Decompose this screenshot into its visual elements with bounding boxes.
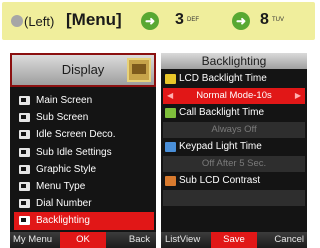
display-menu-list: Main Screen Sub Screen Idle Screen Deco.… xyxy=(14,92,154,230)
setting-label: LCD Backlight Time xyxy=(179,73,267,84)
setting-value: Off After 5 Sec. xyxy=(201,158,267,169)
left-soft-key-label: (Left) xyxy=(24,14,55,29)
screen-icon xyxy=(19,181,30,191)
setting-sub-lcd-contrast: Sub LCD Contrast xyxy=(161,173,307,189)
backlighting-settings-list: LCD Backlight Time ◀ Normal Mode-10s ▶ C… xyxy=(161,71,307,207)
setting-value: Normal Mode-10s xyxy=(196,90,272,101)
backlighting-screen: Backlighting LCD Backlight Time ◀ Normal… xyxy=(161,53,307,248)
cancel-softkey[interactable]: Cancel xyxy=(274,232,304,248)
screen-icon xyxy=(19,130,30,140)
key-8-label: 8 xyxy=(260,11,269,28)
menu-item-label: Idle Screen Deco. xyxy=(36,129,116,141)
key-8-letters: TUV xyxy=(272,17,284,23)
page-title: Backlighting xyxy=(201,54,267,68)
menu-item-main-screen[interactable]: Main Screen xyxy=(14,92,154,109)
menu-item-graphic-style[interactable]: Graphic Style xyxy=(14,161,154,178)
screen-icon xyxy=(19,113,30,123)
bulb-icon xyxy=(165,74,176,84)
setting-call-backlight-time: Call Backlight Time xyxy=(161,105,307,121)
softkey-bar: My Menu OK Back xyxy=(10,232,156,248)
menu-item-label: Sub Screen xyxy=(36,112,89,124)
setting-label: Sub LCD Contrast xyxy=(179,175,261,186)
key-sequence-banner: (Left) [Menu] ➜ 3 DEF ➜ 8 TUV xyxy=(2,2,315,40)
phone-icon xyxy=(19,199,30,209)
arrow-right-icon[interactable]: ▶ xyxy=(295,88,301,104)
menu-item-label: Menu Type xyxy=(36,180,86,192)
menu-item-idle-screen-deco[interactable]: Idle Screen Deco. xyxy=(14,126,154,143)
menu-item-dial-number[interactable]: Dial Number xyxy=(14,195,154,212)
arrow-right-icon: ➜ xyxy=(141,12,159,30)
setting-keypad-light-time: Keypad Light Time xyxy=(161,139,307,155)
save-softkey[interactable]: Save xyxy=(211,232,257,248)
back-softkey[interactable]: Back xyxy=(129,232,150,248)
setting-label: Keypad Light Time xyxy=(179,141,262,152)
listview-softkey[interactable]: ListView xyxy=(165,232,200,248)
menu-item-sub-screen[interactable]: Sub Screen xyxy=(14,109,154,126)
screen-icon xyxy=(19,164,30,174)
menu-item-label: Graphic Style xyxy=(36,163,97,175)
arrow-right-icon: ➜ xyxy=(232,12,250,30)
menu-item-label: Main Screen xyxy=(36,95,93,106)
contrast-icon xyxy=(165,176,176,186)
screen-icon xyxy=(19,216,30,226)
keypad-light-time-selector[interactable]: Off After 5 Sec. xyxy=(163,156,305,172)
soft-key-dot-icon xyxy=(11,15,23,27)
sub-lcd-contrast-slider[interactable] xyxy=(163,190,305,206)
menu-item-label: Backlighting xyxy=(36,215,90,227)
ok-softkey[interactable]: OK xyxy=(60,232,106,248)
key-3-letters: DEF xyxy=(187,17,199,23)
my-menu-softkey[interactable]: My Menu xyxy=(13,232,52,248)
call-icon xyxy=(165,108,176,118)
backlighting-title-bar: Backlighting xyxy=(161,53,307,69)
setting-label: Call Backlight Time xyxy=(179,107,265,118)
menu-item-label: Sub Idle Settings xyxy=(36,146,112,158)
key-3-label: 3 xyxy=(175,11,184,28)
screen-icon xyxy=(19,96,30,105)
screen-icon xyxy=(19,147,30,157)
lcd-backlight-time-selector[interactable]: ◀ Normal Mode-10s ▶ xyxy=(163,88,305,104)
keypad-icon xyxy=(165,142,176,152)
display-title-bar: Display xyxy=(10,53,156,87)
setting-lcd-backlight-time: LCD Backlight Time xyxy=(161,71,307,87)
display-menu-screen: Display Main Screen Sub Screen Idle Scre… xyxy=(10,53,156,248)
menu-item-sub-idle-settings[interactable]: Sub Idle Settings xyxy=(14,144,154,161)
call-backlight-time-selector[interactable]: Always Off xyxy=(163,122,305,138)
menu-item-menu-type[interactable]: Menu Type xyxy=(14,178,154,195)
display-thumbnail-icon xyxy=(127,58,151,82)
menu-item-label: Dial Number xyxy=(36,198,92,210)
softkey-bar: ListView Save Cancel xyxy=(161,232,307,248)
menu-key-label: [Menu] xyxy=(66,10,122,29)
setting-value: Always Off xyxy=(211,124,257,135)
menu-item-backlighting[interactable]: Backlighting xyxy=(14,212,154,230)
arrow-left-icon[interactable]: ◀ xyxy=(167,88,173,104)
